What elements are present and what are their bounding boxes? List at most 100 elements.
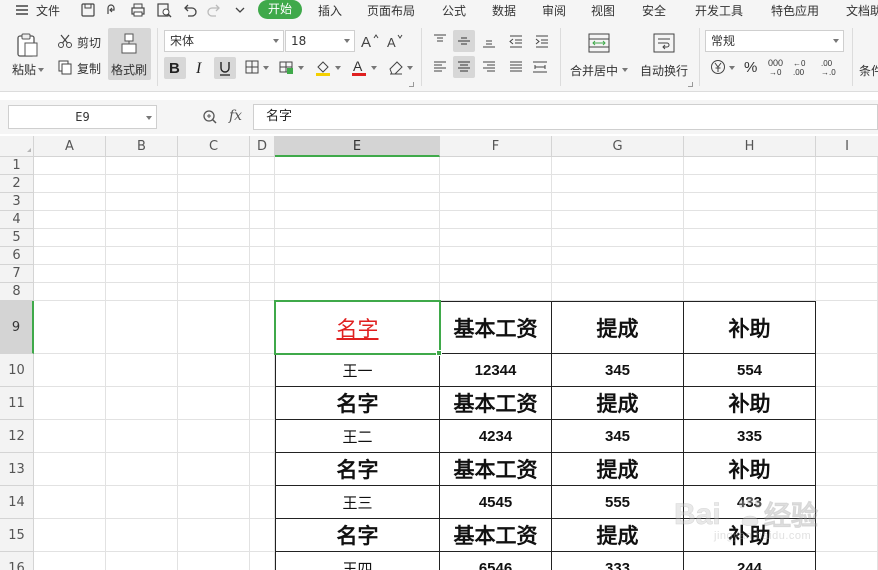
tab-page-layout[interactable]: 页面布局 bbox=[367, 2, 415, 19]
paste-icon[interactable] bbox=[12, 30, 42, 60]
row-header-13[interactable]: 13 bbox=[0, 453, 34, 486]
row-header-7[interactable]: 7 bbox=[0, 265, 34, 283]
table-data-cell-row14[interactable]: 王三 bbox=[275, 486, 440, 519]
align-right-icon[interactable] bbox=[479, 58, 499, 76]
table-data-cell-row14[interactable]: 555 bbox=[552, 486, 684, 519]
select-all-corner[interactable] bbox=[0, 136, 34, 157]
save-icon[interactable] bbox=[80, 2, 96, 18]
column-header-a[interactable]: A bbox=[34, 136, 106, 157]
tab-review[interactable]: 审阅 bbox=[542, 2, 566, 19]
underline-button[interactable] bbox=[214, 57, 236, 79]
increase-font-icon[interactable]: A bbox=[360, 32, 380, 50]
distributed-align-icon[interactable] bbox=[530, 58, 550, 76]
justify-icon[interactable] bbox=[506, 58, 526, 76]
number-format-select[interactable]: 常规 bbox=[705, 30, 844, 52]
row-header-10[interactable]: 10 bbox=[0, 354, 34, 387]
row-header-15[interactable]: 15 bbox=[0, 519, 34, 552]
table-header-cell-row15[interactable]: 提成 bbox=[552, 519, 684, 552]
thousands-separator-icon[interactable]: 000 →0 bbox=[767, 57, 789, 77]
name-box[interactable]: E9 bbox=[8, 105, 157, 129]
table-data-cell-row16[interactable]: 333 bbox=[552, 552, 684, 570]
bold-button[interactable]: B bbox=[164, 57, 186, 79]
wrap-text-icon[interactable] bbox=[651, 32, 677, 54]
table-data-cell-row10[interactable]: 12344 bbox=[440, 354, 552, 387]
row-header-9[interactable]: 9 bbox=[0, 301, 34, 354]
tab-data[interactable]: 数据 bbox=[492, 2, 516, 19]
align-middle-button[interactable] bbox=[453, 30, 475, 52]
merge-center-icon[interactable] bbox=[586, 32, 612, 54]
italic-button[interactable]: I bbox=[190, 57, 210, 79]
fill-color-dropdown-icon[interactable] bbox=[335, 66, 341, 70]
merge-center-dropdown-icon[interactable] bbox=[622, 68, 628, 72]
table-header-cell-row9[interactable]: 基本工资 bbox=[440, 301, 552, 354]
align-left-icon[interactable] bbox=[430, 58, 450, 76]
column-header-f[interactable]: F bbox=[440, 136, 552, 157]
column-header-d[interactable]: D bbox=[250, 136, 275, 157]
copy-label[interactable]: 复制 bbox=[77, 60, 101, 77]
table-header-cell-row11[interactable]: 提成 bbox=[552, 387, 684, 420]
font-color-icon[interactable]: A bbox=[350, 58, 368, 76]
table-header-cell-row11[interactable]: 基本工资 bbox=[440, 387, 552, 420]
tab-insert[interactable]: 插入 bbox=[318, 2, 342, 19]
tab-security[interactable]: 安全 bbox=[642, 2, 666, 19]
row-header-6[interactable]: 6 bbox=[0, 247, 34, 265]
clear-dropdown-icon[interactable] bbox=[407, 66, 413, 70]
table-header-cell-row15[interactable]: 补助 bbox=[684, 519, 816, 552]
decrease-font-icon[interactable]: A bbox=[385, 32, 405, 50]
table-header-cell-row9[interactable]: 名字 bbox=[275, 301, 440, 354]
column-header-e[interactable]: E bbox=[275, 136, 440, 157]
table-data-cell-row14[interactable]: 433 bbox=[684, 486, 816, 519]
cut-icon[interactable] bbox=[56, 33, 74, 49]
font-size-select[interactable]: 18 bbox=[285, 30, 355, 52]
table-header-cell-row15[interactable]: 名字 bbox=[275, 519, 440, 552]
redo-icon[interactable] bbox=[206, 2, 222, 18]
wrap-text-label[interactable]: 自动换行 bbox=[640, 62, 688, 79]
table-header-cell-row15[interactable]: 基本工资 bbox=[440, 519, 552, 552]
table-data-cell-row14[interactable]: 4545 bbox=[440, 486, 552, 519]
column-header-c[interactable]: C bbox=[178, 136, 250, 157]
cut-label[interactable]: 剪切 bbox=[77, 34, 101, 51]
column-header-g[interactable]: G bbox=[552, 136, 684, 157]
table-header-cell-row13[interactable]: 基本工资 bbox=[440, 453, 552, 486]
table-header-cell-row13[interactable]: 补助 bbox=[684, 453, 816, 486]
conditional-format-label[interactable]: 条件 bbox=[859, 62, 878, 79]
table-header-cell-row9[interactable]: 补助 bbox=[684, 301, 816, 354]
print-preview-icon[interactable] bbox=[156, 2, 172, 18]
row-header-8[interactable]: 8 bbox=[0, 283, 34, 301]
align-top-icon[interactable] bbox=[430, 32, 450, 50]
table-data-cell-row16[interactable]: 6546 bbox=[440, 552, 552, 570]
hamburger-menu-icon[interactable] bbox=[14, 2, 30, 18]
font-color-dropdown-icon[interactable] bbox=[371, 66, 377, 70]
quick-access-dropdown-icon[interactable] bbox=[232, 2, 248, 18]
table-header-cell-row9[interactable]: 提成 bbox=[552, 301, 684, 354]
fx-insert-function-icon[interactable]: fx bbox=[229, 108, 242, 124]
tab-developer[interactable]: 开发工具 bbox=[695, 2, 743, 19]
table-data-cell-row16[interactable]: 王四 bbox=[275, 552, 440, 570]
zoom-search-icon[interactable] bbox=[201, 108, 219, 126]
table-data-cell-row16[interactable]: 244 bbox=[684, 552, 816, 570]
currency-dropdown-icon[interactable] bbox=[729, 66, 735, 70]
paste-label[interactable]: 粘贴 bbox=[12, 61, 36, 78]
borders-icon[interactable] bbox=[243, 58, 261, 76]
decrease-decimal-icon[interactable]: .00 →.0 bbox=[819, 57, 841, 77]
row-header-11[interactable]: 11 bbox=[0, 387, 34, 420]
print-icon[interactable] bbox=[130, 2, 146, 18]
table-data-cell-row10[interactable]: 345 bbox=[552, 354, 684, 387]
table-data-cell-row10[interactable]: 王一 bbox=[275, 354, 440, 387]
clear-eraser-icon[interactable] bbox=[387, 58, 405, 76]
merge-center-label[interactable]: 合并居中 bbox=[570, 62, 618, 79]
row-header-2[interactable]: 2 bbox=[0, 175, 34, 193]
row-header-1[interactable]: 1 bbox=[0, 157, 34, 175]
table-header-cell-row13[interactable]: 提成 bbox=[552, 453, 684, 486]
row-header-5[interactable]: 5 bbox=[0, 229, 34, 247]
align-bottom-icon[interactable] bbox=[479, 32, 499, 50]
tab-special-apps[interactable]: 特色应用 bbox=[771, 2, 819, 19]
increase-decimal-icon[interactable]: ←0.00 bbox=[793, 57, 815, 77]
column-header-h[interactable]: H bbox=[684, 136, 816, 157]
tab-view[interactable]: 视图 bbox=[591, 2, 615, 19]
paste-dropdown-icon[interactable] bbox=[38, 68, 44, 72]
table-data-cell-row12[interactable]: 345 bbox=[552, 420, 684, 453]
table-data-cell-row12[interactable]: 335 bbox=[684, 420, 816, 453]
row-header-4[interactable]: 4 bbox=[0, 211, 34, 229]
table-header-cell-row11[interactable]: 名字 bbox=[275, 387, 440, 420]
